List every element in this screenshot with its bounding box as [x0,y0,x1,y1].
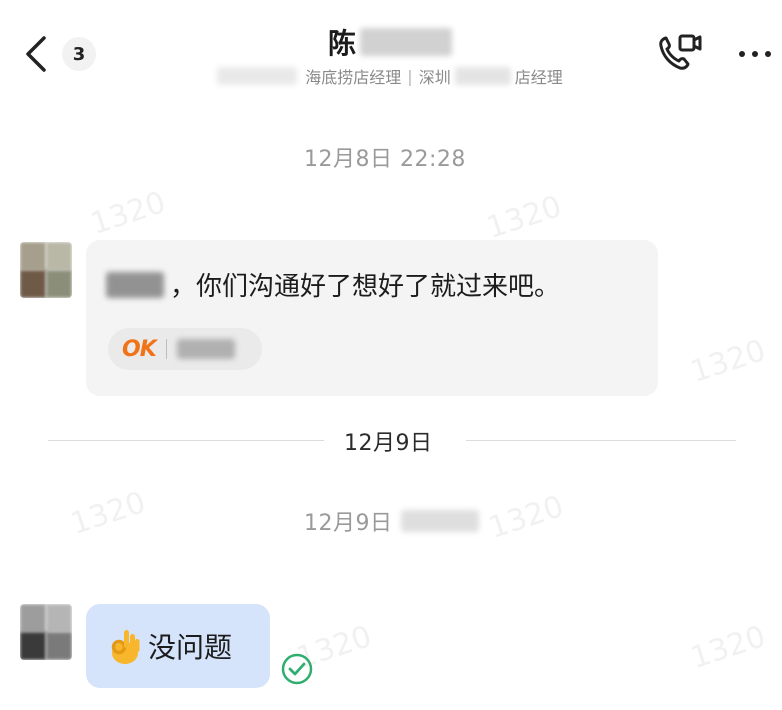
watermark: 1320 [484,489,568,546]
avatar[interactable] [20,604,72,660]
date-divider: 12月9日 [344,431,433,456]
date-divider-line [48,440,324,441]
avatar[interactable] [20,242,72,298]
message-timestamp: 12月9日 [304,505,479,537]
reaction-chip[interactable]: OK [108,328,262,370]
more-options-button[interactable] [734,44,776,64]
message-text: ，你们沟通好了想好了就过来吧。 [106,266,560,303]
call-button[interactable] [654,30,704,78]
subtitle-part3: 店经理 [514,68,563,87]
watermark: 1320 [86,185,170,242]
chip-divider [165,339,167,359]
message-timestamp: 12月8日 22:28 [304,147,466,172]
date-divider-line [466,440,736,441]
phone-video-icon [659,34,702,70]
watermark: 1320 [686,333,770,390]
subtitle-part1: 海底捞店经理 [305,68,402,87]
subtitle-redacted-mid [454,67,511,85]
read-receipt-icon [280,652,314,686]
chevron-left-icon [26,36,46,72]
message-text-content: ，你们沟通好了想好了就过来吧。 [170,272,561,302]
message-text-content: 没问题 [148,631,233,664]
ok-hand-emoji-icon [111,630,140,664]
contact-info[interactable]: 陈 海底捞店经理 | 深圳 店经理 [180,22,600,89]
contact-name: 陈 [328,22,452,62]
timestamp-time-redacted [400,510,479,532]
watermark: 1320 [686,619,770,676]
mention-redacted [106,271,164,298]
contact-subtitle: 海底捞店经理 | 深圳 店经理 [217,64,563,88]
timestamp-date: 12月9日 [304,511,393,536]
contact-name-prefix: 陈 [327,27,356,60]
contact-name-redacted [360,28,452,56]
ok-reaction-icon: OK [122,336,157,362]
subtitle-separator: | [407,66,413,86]
message-bubble-incoming[interactable]: 没问题 [86,604,270,688]
subtitle-redacted-left [217,67,298,85]
watermark: 1320 [66,485,150,542]
unread-count-badge[interactable]: 3 [62,37,96,71]
back-button[interactable] [18,32,58,76]
watermark: 1320 [482,189,566,246]
reactor-name-redacted [176,339,235,359]
chat-header: 3 陈 海底捞店经理 | 深圳 店经理 [0,0,782,110]
message-bubble-incoming[interactable]: ，你们沟通好了想好了就过来吧。 OK [86,240,658,396]
subtitle-part2: 深圳 [418,68,451,87]
check-circle-icon [281,653,313,685]
more-dots-icon [739,51,771,57]
message-text: 没问题 [108,626,232,666]
